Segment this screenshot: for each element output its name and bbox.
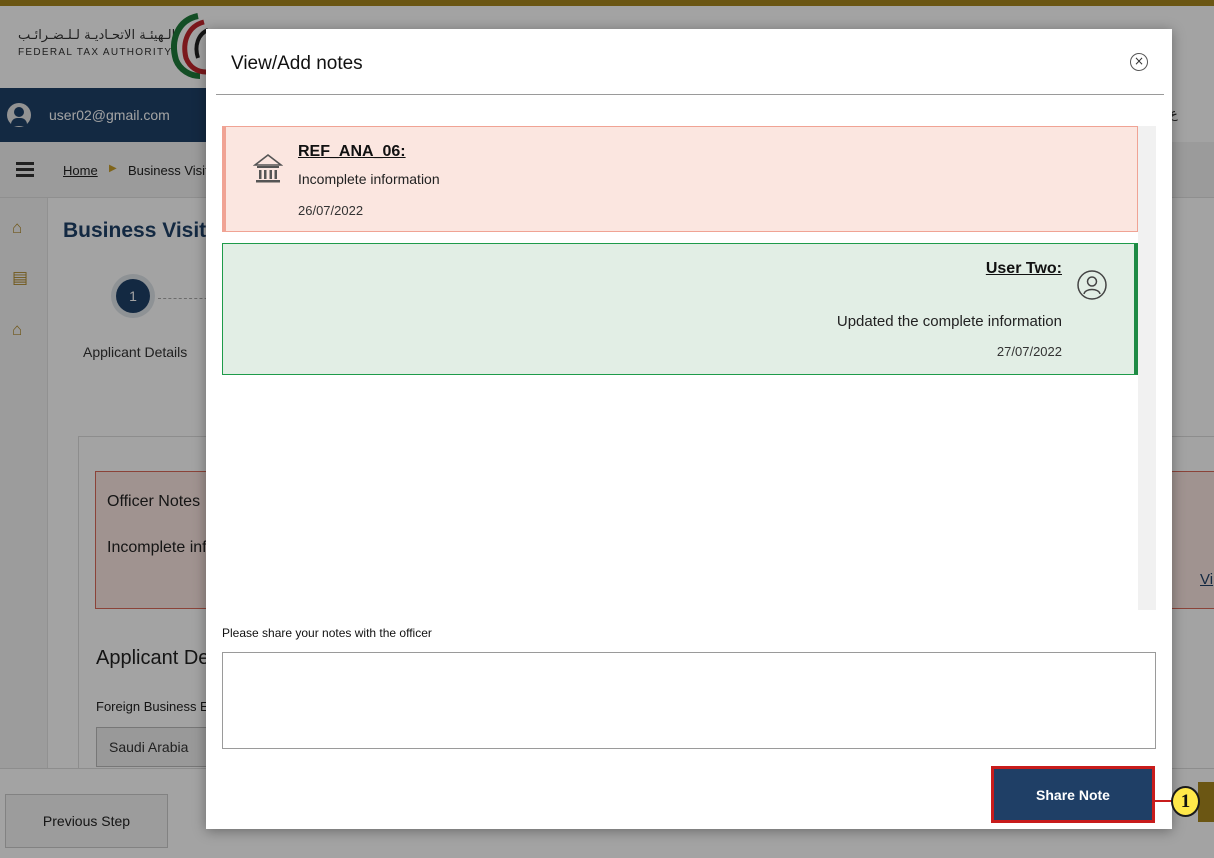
- note-date: 27/07/2022: [996, 344, 1062, 359]
- note-author: REF_ANA_06:: [298, 143, 406, 160]
- close-icon[interactable]: ×: [1130, 53, 1148, 71]
- note-author: User Two:: [985, 260, 1062, 277]
- callout-badge: 1: [1171, 786, 1200, 817]
- notes-scrollbar[interactable]: [1138, 126, 1156, 610]
- note-text: Incomplete information: [298, 171, 440, 187]
- officer-note: REF_ANA_06: Incomplete information 26/07…: [222, 126, 1138, 232]
- notes-list: REF_ANA_06: Incomplete information 26/07…: [222, 126, 1156, 610]
- bank-icon: [253, 153, 283, 183]
- note-text: Updated the complete information: [836, 313, 1062, 330]
- user-note: User Two: Updated the complete informati…: [222, 243, 1138, 375]
- note-textarea[interactable]: [222, 652, 1156, 749]
- note-date: 26/07/2022: [298, 203, 364, 218]
- person-icon: [1077, 270, 1107, 300]
- share-note-button[interactable]: Share Note: [991, 766, 1155, 823]
- view-add-notes-modal: View/Add notes × REF_ANA_06: Incomplete …: [206, 29, 1172, 829]
- share-notes-label: Please share your notes with the officer: [222, 626, 432, 640]
- modal-divider: [216, 94, 1164, 95]
- modal-title: View/Add notes: [231, 53, 363, 74]
